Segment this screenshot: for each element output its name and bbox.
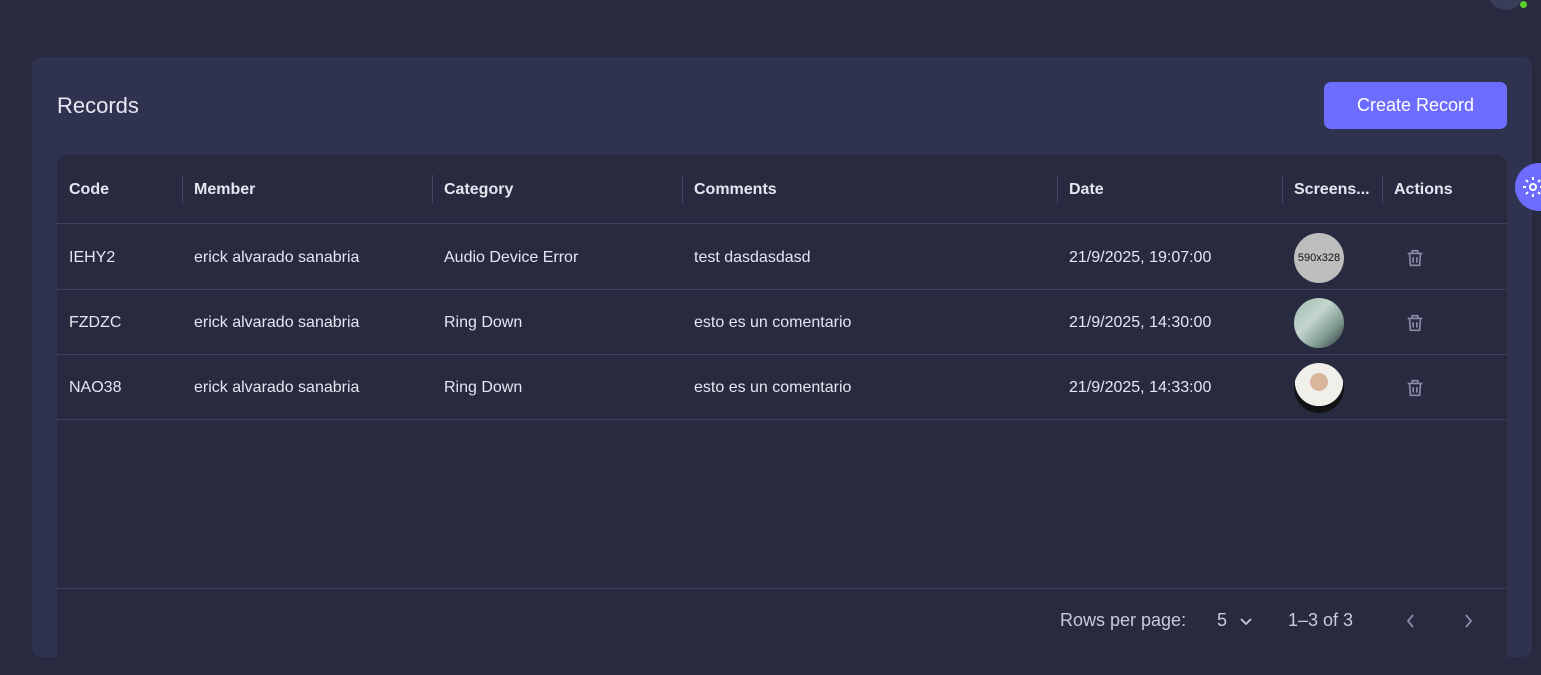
trash-icon[interactable]	[1404, 376, 1426, 400]
column-header-date[interactable]: Date	[1057, 155, 1282, 224]
create-record-button[interactable]: Create Record	[1324, 82, 1507, 129]
cell-category: Ring Down	[444, 378, 523, 396]
cell-member: erick alvarado sanabria	[194, 248, 360, 266]
cell-screenshot	[1282, 290, 1382, 355]
cell-member: erick alvarado sanabria	[194, 378, 360, 396]
table-row[interactable]: IEHY2 erick alvarado sanabria Audio Devi…	[57, 225, 1507, 290]
page-title: Records	[57, 93, 139, 118]
cell-code: FZDZC	[69, 313, 122, 331]
screenshot-thumbnail[interactable]	[1294, 297, 1344, 348]
cell-screenshot	[1282, 355, 1382, 420]
rows-per-page-select[interactable]: 5	[1217, 610, 1253, 631]
column-header-screenshot[interactable]: Screens...	[1282, 155, 1382, 224]
cell-date: 21/9/2025, 14:30:00	[1069, 313, 1212, 331]
cell-code: NAO38	[69, 378, 122, 396]
column-header-member[interactable]: Member	[182, 155, 432, 224]
cell-category: Audio Device Error	[444, 248, 579, 266]
chevron-down-icon	[1240, 617, 1252, 625]
cell-actions	[1382, 225, 1507, 290]
screenshot-thumbnail[interactable]: 590x328	[1294, 232, 1344, 283]
cell-date: 21/9/2025, 14:33:00	[1069, 378, 1212, 396]
cell-date: 21/9/2025, 19:07:00	[1069, 248, 1212, 266]
records-panel: Records Create Record Code Member Catego…	[32, 57, 1532, 675]
cell-category: Ring Down	[444, 313, 523, 331]
column-header-comments[interactable]: Comments	[682, 155, 1057, 224]
records-table: Code Member Category Comments Date Scree…	[57, 155, 1507, 675]
cell-comments: esto es un comentario	[694, 378, 852, 396]
cell-member: erick alvarado sanabria	[194, 313, 360, 331]
cell-code: IEHY2	[69, 248, 116, 266]
rows-per-page-value: 5	[1217, 610, 1228, 630]
cell-comments: esto es un comentario	[694, 313, 852, 331]
page-range-label: 1–3 of 3	[1288, 610, 1354, 630]
gear-icon	[1523, 177, 1541, 197]
rows-per-page-label: Rows per page:	[1060, 610, 1187, 630]
top-bar	[0, 0, 1541, 12]
previous-page-button[interactable]	[1397, 607, 1425, 635]
table-header: Code Member Category Comments Date Scree…	[57, 155, 1507, 224]
column-header-category[interactable]: Category	[432, 155, 682, 224]
cell-actions	[1382, 355, 1507, 420]
pagination-footer: Rows per page: 5 1–3 of 3	[57, 588, 1507, 675]
online-status-dot	[1519, 0, 1528, 9]
next-page-button[interactable]	[1454, 607, 1482, 635]
cell-actions	[1382, 290, 1507, 355]
trash-icon[interactable]	[1404, 246, 1426, 270]
column-header-code[interactable]: Code	[57, 155, 182, 224]
screenshot-thumbnail[interactable]	[1294, 362, 1344, 413]
table-row[interactable]: NAO38 erick alvarado sanabria Ring Down …	[57, 355, 1507, 420]
column-header-actions: Actions	[1394, 180, 1453, 198]
table-row[interactable]: FZDZC erick alvarado sanabria Ring Down …	[57, 290, 1507, 355]
cell-screenshot: 590x328	[1282, 225, 1382, 290]
trash-icon[interactable]	[1404, 311, 1426, 335]
cell-comments: test dasdasdasd	[694, 248, 811, 266]
